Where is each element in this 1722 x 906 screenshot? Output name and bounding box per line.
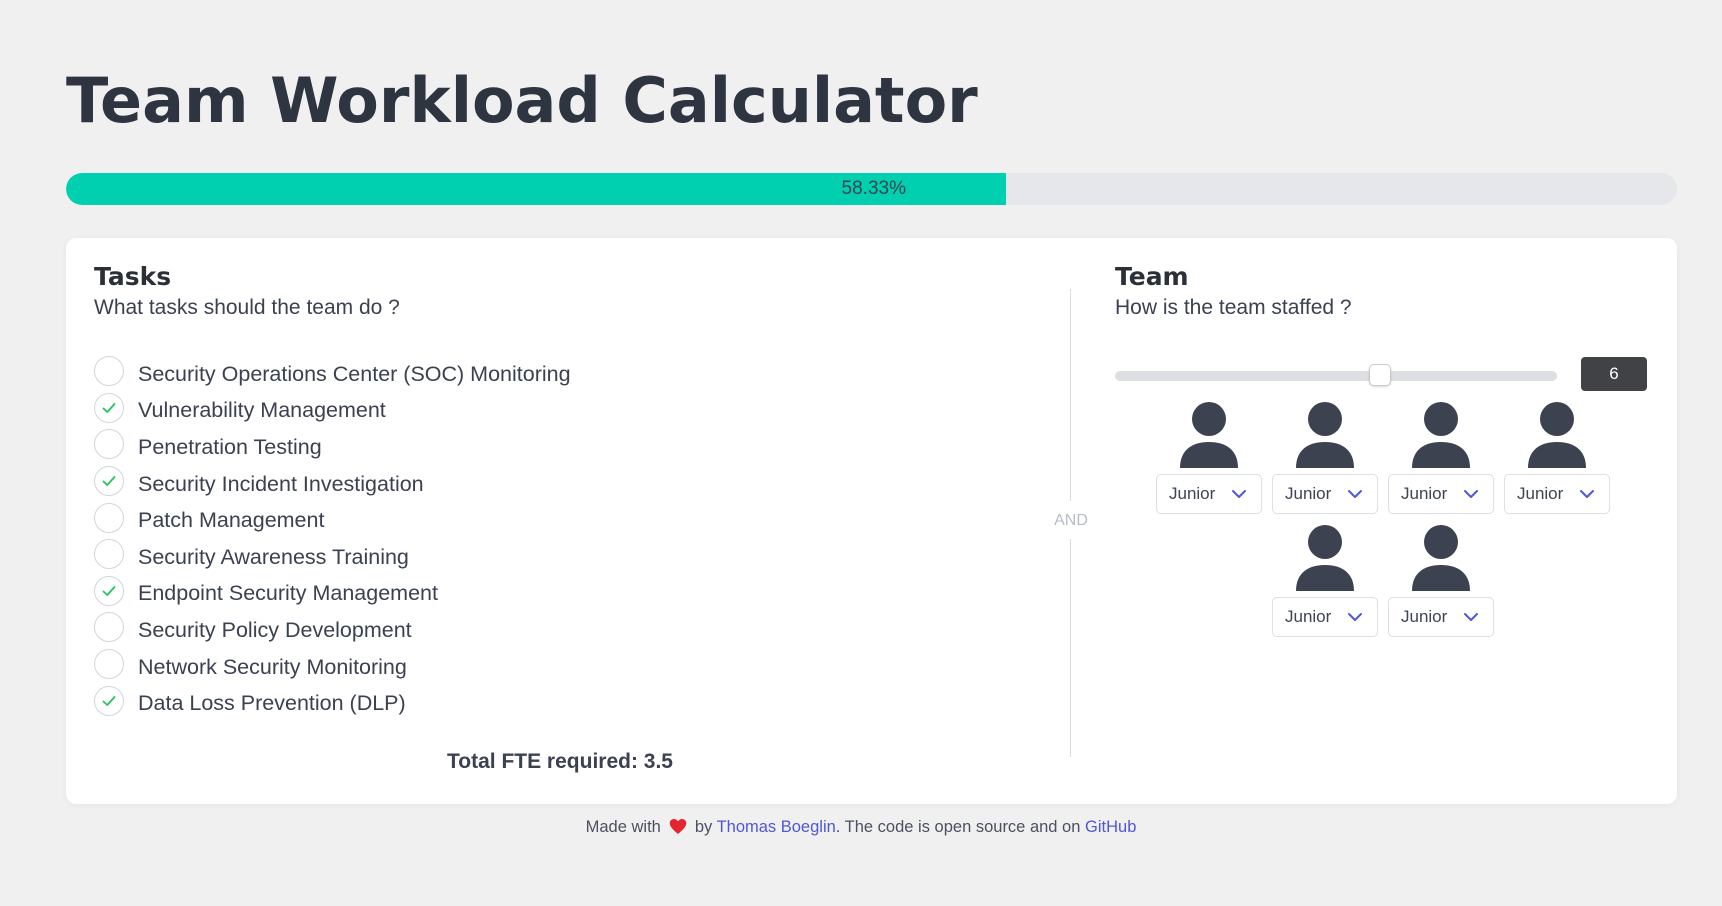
task-item[interactable]: Patch Management bbox=[94, 502, 571, 539]
checkmark-icon bbox=[102, 585, 116, 596]
task-item[interactable]: Security Policy Development bbox=[94, 612, 571, 649]
footer-made-with: Made with bbox=[585, 818, 661, 836]
chevron-down-icon bbox=[1348, 490, 1362, 498]
task-checkbox[interactable] bbox=[94, 502, 124, 533]
page-title: Team Workload Calculator bbox=[66, 64, 978, 137]
workload-progress-bar: 58.33% bbox=[66, 173, 1677, 205]
person-icon bbox=[1296, 525, 1354, 591]
progress-label: 58.33% bbox=[841, 178, 906, 199]
footer-middle: . The code is open source and on bbox=[835, 818, 1081, 836]
task-item[interactable]: Security Operations Center (SOC) Monitor… bbox=[94, 356, 571, 393]
task-item[interactable]: Data Loss Prevention (DLP) bbox=[94, 685, 571, 722]
task-list: Security Operations Center (SOC) Monitor… bbox=[94, 356, 571, 722]
footer: Made with by Thomas Boeglin. The code is … bbox=[0, 818, 1722, 840]
checkmark-icon bbox=[102, 402, 116, 413]
task-checkbox-checked[interactable] bbox=[94, 392, 124, 423]
role-select[interactable]: Junior bbox=[1272, 474, 1378, 514]
total-fte: Total FTE required: 3.5 bbox=[447, 750, 673, 773]
task-checkbox-checked[interactable] bbox=[94, 466, 124, 497]
task-item[interactable]: Vulnerability Management bbox=[94, 392, 571, 430]
checkmark-icon bbox=[102, 476, 116, 486]
team-size-slider-track[interactable] bbox=[1115, 371, 1557, 381]
footer-by: by bbox=[694, 818, 713, 836]
divider-line-top bbox=[1070, 289, 1071, 501]
task-checkbox[interactable] bbox=[94, 649, 124, 680]
team-size-value: 6 bbox=[1581, 357, 1647, 391]
task-checkbox[interactable] bbox=[94, 612, 124, 643]
task-label: Vulnerability Management bbox=[138, 398, 386, 423]
role-select[interactable]: Junior bbox=[1156, 474, 1262, 514]
checkmark-icon bbox=[102, 695, 116, 706]
task-label: Endpoint Security Management bbox=[138, 581, 438, 606]
task-item[interactable]: Network Security Monitoring bbox=[94, 649, 571, 686]
heart-icon bbox=[669, 818, 687, 840]
chevron-down-icon bbox=[1464, 613, 1478, 621]
task-checkbox[interactable] bbox=[94, 539, 124, 570]
task-item[interactable]: Security Awareness Training bbox=[94, 539, 571, 576]
github-link[interactable]: GitHub bbox=[1085, 818, 1136, 836]
role-select[interactable]: Junior bbox=[1504, 474, 1610, 514]
chevron-down-icon bbox=[1464, 490, 1478, 498]
task-label: Network Security Monitoring bbox=[138, 654, 407, 679]
team-size-slider-thumb[interactable] bbox=[1369, 364, 1392, 386]
team-member: Junior bbox=[1156, 401, 1262, 514]
task-label: Penetration Testing bbox=[138, 434, 322, 459]
task-label: Security Incident Investigation bbox=[138, 471, 424, 496]
calculator-card: Tasks What tasks should the team do ? Se… bbox=[66, 238, 1677, 804]
person-icon bbox=[1528, 402, 1586, 468]
team-member: Junior bbox=[1504, 401, 1610, 514]
team-member: Junior bbox=[1272, 524, 1378, 637]
task-checkbox[interactable] bbox=[94, 356, 124, 387]
role-label: Junior bbox=[1401, 484, 1448, 503]
role-select[interactable]: Junior bbox=[1272, 597, 1378, 637]
person-icon bbox=[1412, 402, 1470, 468]
person-icon bbox=[1180, 402, 1238, 468]
author-link[interactable]: Thomas Boeglin bbox=[717, 818, 836, 836]
role-label: Junior bbox=[1517, 484, 1564, 503]
person-icon bbox=[1296, 402, 1354, 468]
chevron-down-icon bbox=[1348, 613, 1362, 621]
task-label: Data Loss Prevention (DLP) bbox=[138, 691, 406, 716]
team-heading: Team bbox=[1115, 262, 1189, 291]
task-item[interactable]: Security Incident Investigation bbox=[94, 466, 571, 503]
team-member: Junior bbox=[1388, 401, 1494, 514]
team-subheading: How is the team staffed ? bbox=[1115, 296, 1352, 319]
role-label: Junior bbox=[1285, 484, 1332, 503]
divider-line-bottom bbox=[1070, 539, 1071, 757]
task-checkbox-checked[interactable] bbox=[94, 575, 124, 606]
task-label: Security Awareness Training bbox=[138, 544, 409, 569]
chevron-down-icon bbox=[1580, 490, 1594, 498]
task-item[interactable]: Endpoint Security Management bbox=[94, 575, 571, 613]
task-checkbox-checked[interactable] bbox=[94, 685, 124, 716]
tasks-heading: Tasks bbox=[94, 262, 172, 291]
role-label: Junior bbox=[1285, 607, 1332, 626]
team-member: Junior bbox=[1272, 401, 1378, 514]
and-label: AND bbox=[1054, 512, 1088, 529]
team-member: Junior bbox=[1388, 524, 1494, 637]
task-checkbox[interactable] bbox=[94, 429, 124, 460]
task-label: Security Operations Center (SOC) Monitor… bbox=[138, 361, 571, 386]
tasks-subheading: What tasks should the team do ? bbox=[94, 296, 400, 319]
task-item[interactable]: Penetration Testing bbox=[94, 429, 571, 466]
task-label: Security Policy Development bbox=[138, 617, 412, 642]
role-label: Junior bbox=[1169, 484, 1216, 503]
person-icon bbox=[1412, 525, 1470, 591]
chevron-down-icon bbox=[1232, 490, 1246, 498]
task-label: Patch Management bbox=[138, 508, 325, 533]
role-label: Junior bbox=[1401, 607, 1448, 626]
role-select[interactable]: Junior bbox=[1388, 597, 1494, 637]
role-select[interactable]: Junior bbox=[1388, 474, 1494, 514]
